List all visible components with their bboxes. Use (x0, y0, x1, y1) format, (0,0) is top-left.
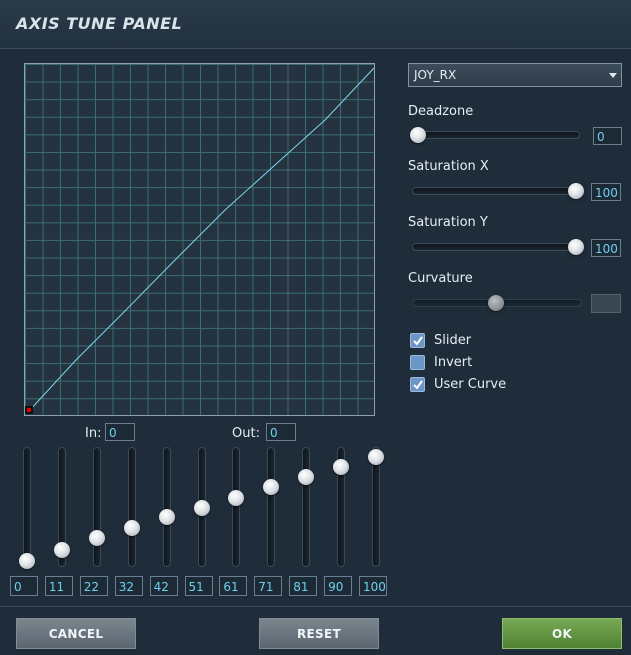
checkmark-icon (413, 336, 423, 346)
curvature-slider-knob[interactable] (488, 295, 504, 311)
curve-point-slider-knob[interactable] (263, 479, 280, 496)
curve-point-value-field[interactable]: 32 (114, 576, 143, 596)
curve-point-slider-knob[interactable] (19, 553, 35, 569)
curve-point-slider-knob[interactable] (193, 499, 210, 516)
axis-select-value: JOY_RX (414, 68, 457, 82)
curve-point-slider-knob[interactable] (88, 530, 105, 547)
curve-point-slider-knob[interactable] (333, 459, 350, 476)
curve-point-slider-track[interactable] (23, 447, 31, 567)
curve-point-slider-track[interactable] (92, 447, 101, 567)
curve-graph-canvas (25, 67, 375, 414)
option-label[interactable]: Slider (434, 333, 471, 348)
curve-point-slider-knob[interactable] (158, 509, 175, 526)
deadzone-slider-track[interactable] (412, 131, 580, 139)
curve-point-value-field[interactable]: 90 (324, 576, 353, 596)
response-curve-line (28, 67, 375, 412)
saturation-x-slider-track[interactable] (412, 187, 582, 195)
option-label[interactable]: Invert (434, 355, 472, 370)
saturation-y-label: Saturation Y (408, 215, 488, 230)
origin-marker-dot (27, 408, 31, 412)
in-value-field[interactable]: 0 (105, 423, 135, 441)
deadzone-label: Deadzone (408, 104, 474, 119)
cancel-button[interactable]: CANCEL (16, 618, 136, 649)
option-checkbox[interactable] (410, 355, 425, 370)
axis-select-dropdown[interactable]: JOY_RX (408, 63, 622, 87)
curve-point-slider-knob[interactable] (123, 519, 140, 536)
curve-point-slider-knob[interactable] (368, 449, 384, 465)
out-label: Out: (232, 426, 260, 441)
out-value-field[interactable]: 0 (266, 423, 296, 441)
curve-point-slider-track[interactable] (232, 447, 241, 567)
curve-point-slider-track[interactable] (372, 447, 380, 567)
curve-point-value-field[interactable]: 61 (219, 576, 248, 596)
curve-point-slider-track[interactable] (127, 447, 136, 567)
curve-point-value-field[interactable]: 81 (289, 576, 318, 596)
saturation-x-slider-knob[interactable] (568, 183, 584, 199)
option-checkbox[interactable] (410, 333, 425, 348)
curve-point-slider-track[interactable] (302, 447, 311, 567)
curve-graph[interactable] (24, 63, 375, 416)
curve-point-value-field[interactable]: 42 (149, 576, 178, 596)
saturation-x-value-field[interactable]: 100 (591, 183, 621, 201)
window-title: AXIS TUNE PANEL (16, 14, 183, 33)
curve-point-value-field[interactable]: 51 (184, 576, 213, 596)
saturation-y-value-field[interactable]: 100 (591, 239, 621, 257)
saturation-y-slider-track[interactable] (412, 243, 582, 251)
curve-point-slider-knob[interactable] (228, 489, 245, 506)
curve-point-value-field[interactable]: 0 (10, 576, 38, 596)
deadzone-value-field[interactable]: 0 (593, 127, 622, 145)
curve-point-slider-knob[interactable] (298, 468, 315, 485)
in-label: In: (85, 426, 102, 441)
reset-button[interactable]: RESET (259, 618, 379, 649)
deadzone-slider-knob[interactable] (410, 127, 426, 143)
curvature-label: Curvature (408, 271, 473, 286)
curve-point-slider-knob[interactable] (53, 541, 70, 558)
chevron-down-icon (609, 73, 617, 78)
curvature-value-field[interactable] (591, 294, 621, 313)
saturation-y-slider-knob[interactable] (568, 239, 584, 255)
curve-point-value-field[interactable]: 71 (254, 576, 283, 596)
curve-point-value-field[interactable]: 11 (44, 576, 73, 596)
title-bar: AXIS TUNE PANEL (0, 0, 631, 49)
checkmark-icon (413, 380, 423, 390)
saturation-x-label: Saturation X (408, 159, 489, 174)
curve-point-slider-track[interactable] (267, 447, 276, 567)
option-checkbox[interactable] (410, 377, 425, 392)
curve-point-value-field[interactable]: 22 (79, 576, 108, 596)
option-label[interactable]: User Curve (434, 377, 506, 392)
curve-point-slider-track[interactable] (162, 447, 171, 567)
curve-point-value-field[interactable]: 100 (359, 576, 387, 596)
ok-button[interactable]: OK (502, 618, 622, 649)
